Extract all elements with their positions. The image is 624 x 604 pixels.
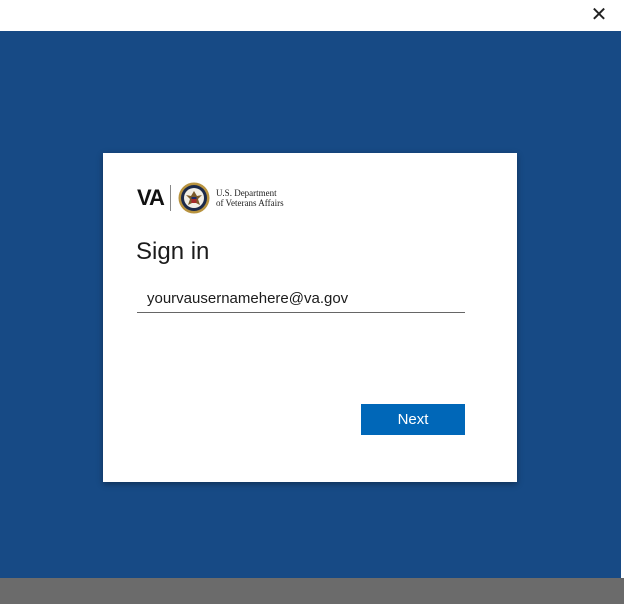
- va-wordmark: VA: [137, 185, 165, 210]
- va-seal-icon: [178, 182, 210, 214]
- title-bar: ✕: [0, 0, 624, 31]
- email-field[interactable]: [137, 285, 465, 313]
- department-name: U.S. Department of Veterans Affairs: [216, 188, 284, 208]
- sign-in-card: VA U.S. Department of Veterans Affairs S…: [103, 153, 517, 482]
- taskbar: [0, 578, 624, 604]
- department-line-2: of Veterans Affairs: [215, 198, 284, 208]
- page-title: Sign in: [136, 238, 210, 265]
- va-logo: VA U.S. Department of Veterans Affairs: [137, 181, 284, 215]
- next-button[interactable]: Next: [361, 404, 465, 435]
- login-window: ✕ VA U.S. Department of Veterans Affairs…: [0, 0, 624, 604]
- close-icon[interactable]: ✕: [588, 5, 610, 27]
- logo-divider: [169, 185, 171, 211]
- department-line-1: U.S. Department: [215, 188, 277, 198]
